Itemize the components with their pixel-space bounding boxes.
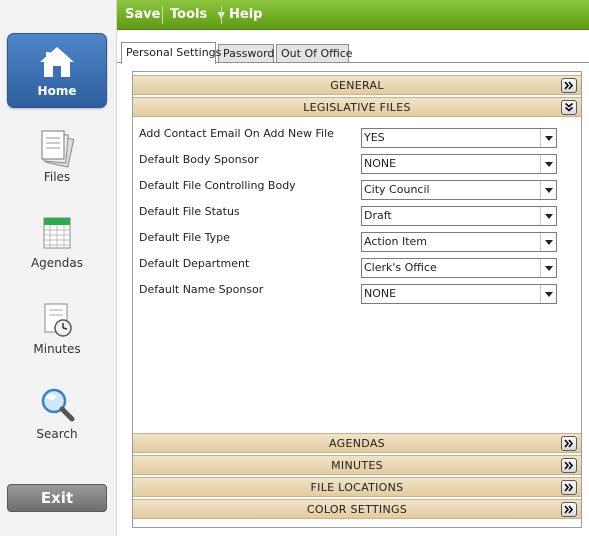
- section-general-label: GENERAL: [330, 79, 384, 92]
- settings-panel: GENERAL LEGISLATIVE FILES Add Contact Em…: [117, 62, 589, 536]
- default-file-status-select[interactable]: Draft: [361, 206, 557, 226]
- nav-search-label: Search: [36, 427, 78, 441]
- select-value: Action Item: [364, 235, 427, 248]
- section-legislative-files-label: LEGISLATIVE FILES: [303, 101, 411, 114]
- default-body-sponsor-select[interactable]: NONE: [361, 154, 557, 174]
- nav-files[interactable]: Files: [7, 128, 107, 190]
- nav-minutes-label: Minutes: [33, 342, 81, 356]
- section-color-settings-label: COLOR SETTINGS: [306, 503, 408, 516]
- tools-menu-label: Tools: [170, 7, 208, 22]
- default-file-controlling-body-select[interactable]: City Council: [361, 180, 557, 200]
- select-value: NONE: [364, 287, 397, 300]
- field-label: Default Department: [139, 257, 250, 270]
- form-row-default-file-controlling-body: Default File Controlling Body City Counc…: [139, 178, 559, 200]
- field-label: Default Name Sponsor: [139, 283, 264, 296]
- chevron-down-icon[interactable]: [540, 285, 556, 303]
- section-minutes-label: MINUTES: [331, 459, 383, 472]
- collapse-icon[interactable]: [561, 100, 577, 115]
- add-contact-email-select[interactable]: YES: [361, 128, 557, 148]
- nav-agendas[interactable]: Agendas: [7, 214, 107, 276]
- tools-menu[interactable]: Tools ▼: [170, 0, 225, 30]
- section-legislative-files[interactable]: LEGISLATIVE FILES: [133, 97, 581, 117]
- default-name-sponsor-select[interactable]: NONE: [361, 284, 557, 304]
- form-row-default-body-sponsor: Default Body Sponsor NONE: [139, 152, 559, 174]
- chevron-down-icon[interactable]: [540, 207, 556, 225]
- form-row-add-contact-email: Add Contact Email On Add New File YES: [139, 126, 559, 148]
- expand-icon[interactable]: [561, 458, 577, 473]
- expand-icon[interactable]: [561, 480, 577, 495]
- calendar-icon: [43, 217, 71, 249]
- chevron-down-icon[interactable]: [540, 181, 556, 199]
- nav-home[interactable]: Home: [7, 33, 107, 108]
- expand-icon[interactable]: [561, 436, 577, 451]
- section-agendas-label: AGENDAS: [329, 437, 385, 450]
- toolbar-separator: [162, 6, 163, 24]
- field-label: Add Contact Email On Add New File: [139, 127, 334, 140]
- exit-button[interactable]: Exit: [7, 484, 107, 512]
- section-color-settings[interactable]: COLOR SETTINGS: [133, 499, 581, 519]
- magnifier-icon: [41, 388, 75, 422]
- section-general[interactable]: GENERAL: [133, 75, 581, 95]
- clock-document-icon: [44, 303, 72, 337]
- field-label: Default File Type: [139, 231, 230, 244]
- field-label: Default File Controlling Body: [139, 179, 296, 192]
- tab-personal-settings[interactable]: Personal Settings: [121, 42, 221, 64]
- default-department-select[interactable]: Clerk's Office: [361, 258, 557, 278]
- nav-files-label: Files: [43, 170, 71, 184]
- select-value: NONE: [364, 157, 397, 170]
- tab-out-of-office[interactable]: Out Of Office: [276, 44, 353, 63]
- nav-minutes[interactable]: Minutes: [7, 300, 107, 362]
- chevron-down-icon[interactable]: [540, 259, 556, 277]
- nav-search[interactable]: Search: [7, 385, 107, 447]
- nav-home-label: Home: [37, 84, 77, 98]
- form-row-default-file-status: Default File Status Draft: [139, 204, 559, 226]
- field-label: Default File Status: [139, 205, 240, 218]
- files-icon: [41, 130, 75, 168]
- toolbar-separator: [221, 6, 222, 24]
- field-label: Default Body Sponsor: [139, 153, 259, 166]
- help-button[interactable]: Help: [229, 0, 262, 30]
- save-button[interactable]: Save: [125, 0, 160, 30]
- select-value: Draft: [364, 209, 392, 222]
- tab-password[interactable]: Password: [218, 44, 274, 63]
- section-file-locations[interactable]: FILE LOCATIONS: [133, 477, 581, 497]
- select-value: City Council: [364, 183, 430, 196]
- form-row-default-name-sponsor: Default Name Sponsor NONE: [139, 282, 559, 304]
- chevron-down-icon[interactable]: [540, 155, 556, 173]
- section-minutes[interactable]: MINUTES: [133, 455, 581, 475]
- section-file-locations-label: FILE LOCATIONS: [310, 481, 404, 494]
- form-row-default-department: Default Department Clerk's Office: [139, 256, 559, 278]
- default-file-type-select[interactable]: Action Item: [361, 232, 557, 252]
- section-agendas[interactable]: AGENDAS: [133, 433, 581, 453]
- left-navigation: Home Files Agendas Minutes Search Exit: [0, 0, 117, 536]
- home-icon: [40, 47, 74, 77]
- top-toolbar: Save Tools ▼ Help: [117, 0, 589, 30]
- expand-icon[interactable]: [561, 502, 577, 517]
- expand-icon[interactable]: [561, 78, 577, 93]
- select-value: Clerk's Office: [364, 261, 437, 274]
- settings-scroll-area[interactable]: GENERAL LEGISLATIVE FILES Add Contact Em…: [132, 71, 582, 528]
- form-row-default-file-type: Default File Type Action Item: [139, 230, 559, 252]
- nav-agendas-label: Agendas: [30, 256, 84, 270]
- select-value: YES: [364, 131, 385, 144]
- chevron-down-icon[interactable]: [540, 233, 556, 251]
- chevron-down-icon[interactable]: [540, 129, 556, 147]
